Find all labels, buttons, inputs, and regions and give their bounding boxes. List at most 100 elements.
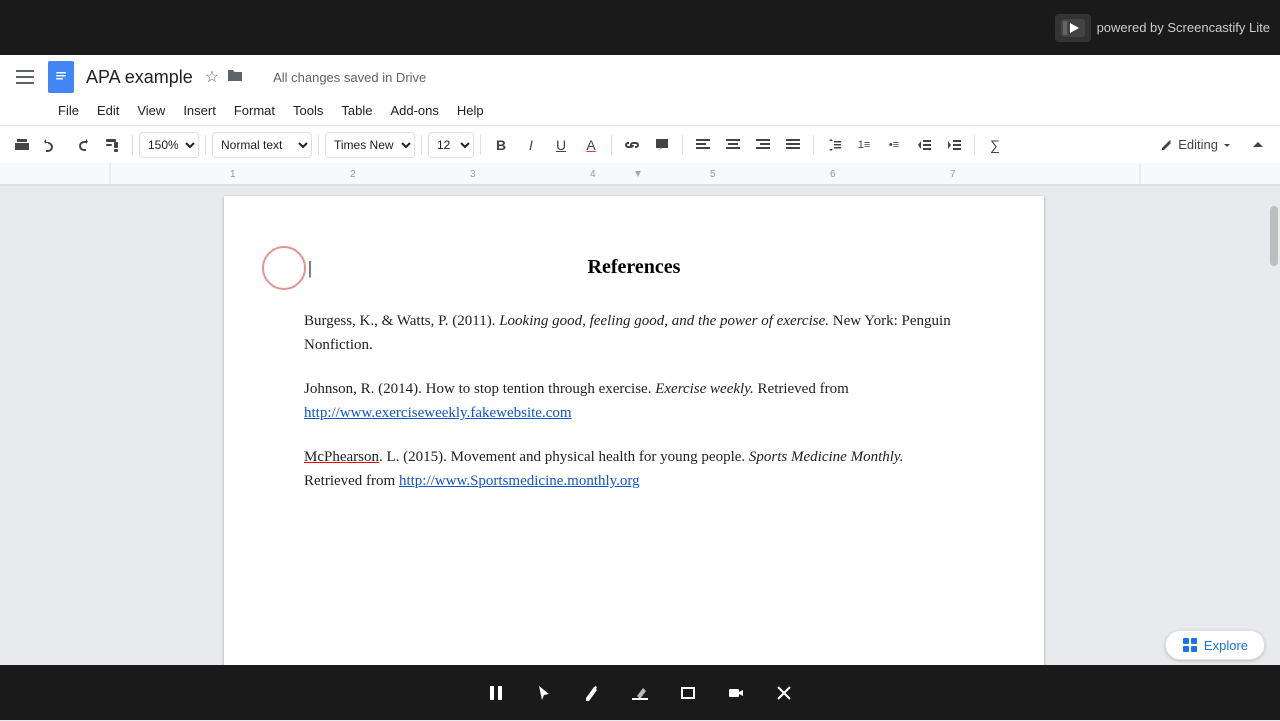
indent-decrease-button[interactable] bbox=[910, 131, 938, 159]
align-left-button[interactable] bbox=[689, 131, 717, 159]
doc-icon bbox=[48, 61, 74, 93]
bold-button[interactable]: B bbox=[487, 131, 515, 159]
font-select[interactable]: Times New... Arial bbox=[325, 132, 415, 158]
menu-addons[interactable]: Add-ons bbox=[382, 99, 446, 122]
svg-text:6: 6 bbox=[830, 169, 836, 180]
hamburger-menu[interactable] bbox=[10, 62, 40, 92]
saved-status: All changes saved in Drive bbox=[273, 70, 426, 85]
entry3-after: Retrieved from bbox=[304, 473, 399, 489]
toolbar-divider-8 bbox=[813, 135, 814, 155]
reference-entry-1: Burgess, K., & Watts, P. (2011). Looking… bbox=[304, 309, 964, 357]
entry2-normal: Johnson, R. (2014). How to stop tention … bbox=[304, 381, 655, 397]
justify-button[interactable] bbox=[779, 131, 807, 159]
document-page[interactable]: | References Burgess, K., & Watts, P. (2… bbox=[224, 196, 1044, 711]
svg-text:7: 7 bbox=[950, 169, 956, 180]
svg-text:1: 1 bbox=[230, 169, 236, 180]
screencastify-logo: powered by Screencastify Lite bbox=[1045, 0, 1280, 55]
entry2-link[interactable]: http://www.exerciseweekly.fakewebsite.co… bbox=[304, 405, 572, 421]
menu-insert[interactable]: Insert bbox=[175, 99, 224, 122]
menu-help[interactable]: Help bbox=[449, 99, 492, 122]
menu-format[interactable]: Format bbox=[226, 99, 283, 122]
docs-header: APA example ☆ All changes saved in Drive… bbox=[0, 55, 1280, 186]
editing-mode-button[interactable]: Editing bbox=[1150, 133, 1242, 156]
title-icons: ☆ bbox=[203, 65, 245, 89]
editing-label: Editing bbox=[1178, 137, 1218, 152]
references-title: References bbox=[588, 256, 681, 278]
menu-table[interactable]: Table bbox=[333, 99, 380, 122]
toolbar-divider-3 bbox=[318, 135, 319, 155]
svg-text:5: 5 bbox=[710, 169, 716, 180]
entry3-link[interactable]: http://www.Sportsmedicine.monthly.org bbox=[399, 473, 640, 489]
indent-increase-button[interactable] bbox=[940, 131, 968, 159]
font-size-select[interactable]: 12 10 14 bbox=[428, 132, 474, 158]
entry3-name: McPhearson bbox=[304, 449, 379, 465]
undo-button[interactable] bbox=[38, 131, 66, 159]
paint-format-button[interactable] bbox=[98, 131, 126, 159]
formula-button[interactable]: ∑ bbox=[981, 131, 1009, 159]
page-area: | References Burgess, K., & Watts, P. (2… bbox=[0, 186, 1268, 721]
explore-button[interactable]: Explore bbox=[1165, 630, 1265, 660]
align-right-button[interactable] bbox=[749, 131, 777, 159]
numbered-list-button[interactable]: 1≡ bbox=[850, 131, 878, 159]
menu-bar: File Edit View Insert Format Tools Table… bbox=[0, 95, 1280, 125]
cursor-button[interactable] bbox=[526, 675, 562, 711]
entry2-after: Retrieved from bbox=[754, 381, 849, 397]
camera-button[interactable] bbox=[718, 675, 754, 711]
toolbar-divider-1 bbox=[132, 135, 133, 155]
redo-button[interactable] bbox=[68, 131, 96, 159]
main-content: | References Burgess, K., & Watts, P. (2… bbox=[0, 186, 1280, 721]
style-select[interactable]: Normal text Heading 1 Heading 2 bbox=[212, 132, 312, 158]
star-icon[interactable]: ☆ bbox=[203, 65, 221, 89]
menu-edit[interactable]: Edit bbox=[89, 99, 127, 122]
entry1-italic: Looking good, feeling good, and the powe… bbox=[499, 313, 829, 329]
entry2-italic: Exercise weekly. bbox=[655, 381, 754, 397]
bottom-toolbar bbox=[0, 665, 1280, 720]
menu-tools[interactable]: Tools bbox=[285, 99, 331, 122]
line-spacing-button[interactable] bbox=[820, 131, 848, 159]
entry3-italic: Sports Medicine Monthly. bbox=[749, 449, 904, 465]
menu-view[interactable]: View bbox=[129, 99, 173, 122]
svg-text:2: 2 bbox=[350, 169, 356, 180]
cursor-circle bbox=[262, 246, 306, 290]
right-panel bbox=[1268, 186, 1280, 721]
toolbar-divider-7 bbox=[682, 135, 683, 155]
collapse-toolbar-button[interactable] bbox=[1244, 131, 1272, 159]
toolbar-divider-2 bbox=[205, 135, 206, 155]
reference-entry-2: Johnson, R. (2014). How to stop tention … bbox=[304, 377, 964, 425]
close-recording-button[interactable] bbox=[766, 675, 802, 711]
rectangle-button[interactable] bbox=[670, 675, 706, 711]
underline-button[interactable]: U bbox=[547, 131, 575, 159]
svg-text:4: 4 bbox=[590, 169, 596, 180]
menu-file[interactable]: File bbox=[50, 99, 87, 122]
eraser-button[interactable] bbox=[622, 675, 658, 711]
folder-icon[interactable] bbox=[225, 66, 245, 89]
toolbar-divider-9 bbox=[974, 135, 975, 155]
references-heading: | References bbox=[304, 256, 964, 279]
screencastify-text: powered by Screencastify Lite bbox=[1097, 20, 1270, 35]
bullet-list-button[interactable]: •≡ bbox=[880, 131, 908, 159]
screencastify-bar: powered by Screencastify Lite bbox=[0, 0, 1280, 55]
pause-button[interactable] bbox=[478, 675, 514, 711]
zoom-select[interactable]: 150% 100% 75% bbox=[139, 132, 199, 158]
title-bar: APA example ☆ All changes saved in Drive bbox=[0, 55, 1280, 95]
text-cursor: | bbox=[308, 257, 312, 278]
entry3-after-name: . L. (2015). Movement and physical healt… bbox=[379, 449, 749, 465]
pen-button[interactable] bbox=[574, 675, 610, 711]
toolbar-divider-6 bbox=[611, 135, 612, 155]
ruler: 1 2 3 4 5 6 7 bbox=[0, 163, 1280, 185]
document-title[interactable]: APA example bbox=[86, 67, 193, 88]
svg-text:3: 3 bbox=[470, 169, 476, 180]
explore-label: Explore bbox=[1204, 638, 1248, 653]
reference-entry-3: McPhearson. L. (2015). Movement and phys… bbox=[304, 445, 964, 493]
link-button[interactable] bbox=[618, 131, 646, 159]
toolbar-divider-4 bbox=[421, 135, 422, 155]
align-center-button[interactable] bbox=[719, 131, 747, 159]
text-color-button[interactable]: A bbox=[577, 131, 605, 159]
italic-button[interactable]: I bbox=[517, 131, 545, 159]
toolbar: 150% 100% 75% Normal text Heading 1 Head… bbox=[0, 125, 1280, 163]
toolbar-divider-5 bbox=[480, 135, 481, 155]
comment-button[interactable] bbox=[648, 131, 676, 159]
scrollbar-thumb[interactable] bbox=[1270, 206, 1278, 266]
print-button[interactable] bbox=[8, 131, 36, 159]
screencastify-icon bbox=[1055, 14, 1091, 42]
